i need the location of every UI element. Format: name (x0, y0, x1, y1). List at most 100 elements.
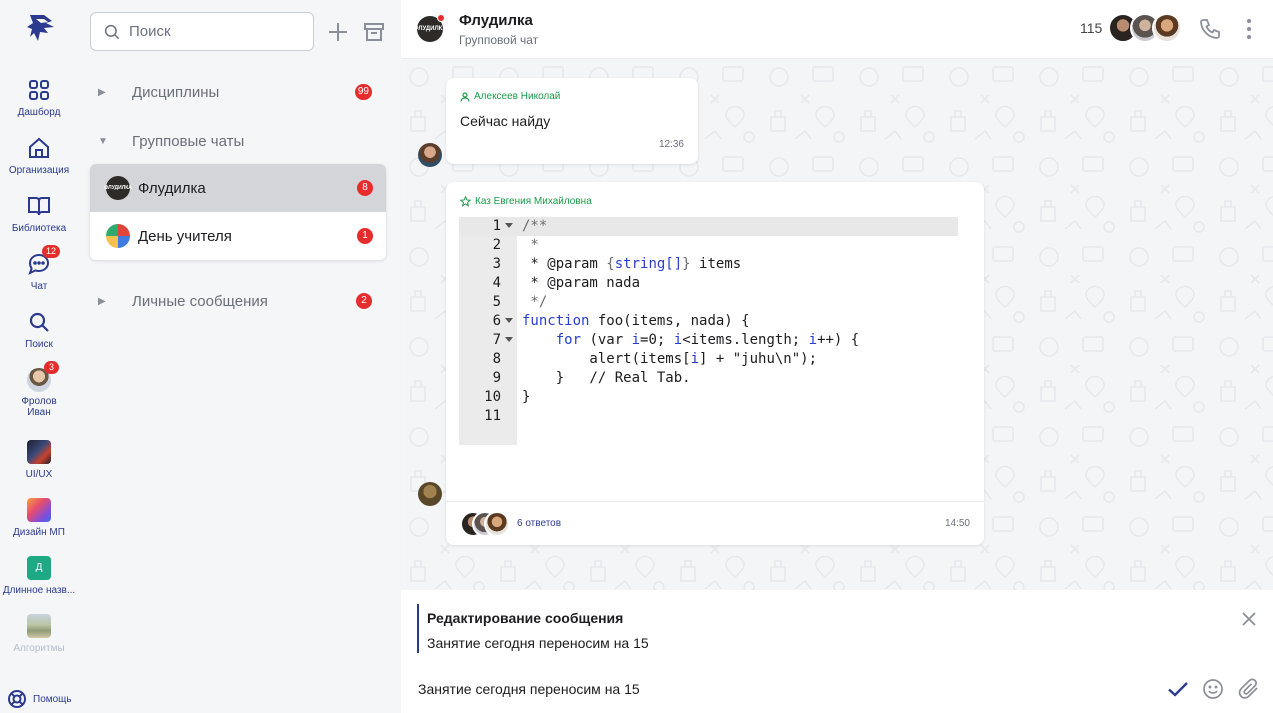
line-number: 1 (459, 217, 517, 236)
unread-badge: 2 (356, 293, 372, 309)
code-block[interactable]: 1 2 3 4 5 6 7 8 9 10 11 /** * * @param {… (459, 217, 958, 445)
chat-title[interactable]: Флудилка (459, 12, 533, 29)
search-box[interactable] (90, 12, 314, 51)
code-line: * @param {string[]} items (522, 256, 742, 272)
line-number: 4 (492, 275, 501, 291)
message-bubble[interactable]: Каз Евгения Михайловна 1 2 3 4 5 6 7 8 9… (446, 182, 984, 545)
unread-badge: 8 (357, 180, 373, 196)
line-number: 2 (492, 237, 501, 253)
code-line: * @param nada (522, 275, 641, 291)
rail-item-profile[interactable]: 3 Фролов Иван (0, 361, 78, 418)
line-number: 5 (492, 294, 501, 310)
rail-item-label: Алгоритмы (13, 643, 65, 654)
chat-avatar (106, 224, 130, 248)
unread-badge: 99 (354, 84, 372, 100)
help-label: Помощь (33, 693, 72, 705)
rail-item-label: Организация (8, 165, 70, 176)
code-line: alert(items[i] + "juhu\n"); (522, 351, 818, 367)
rail-item-workspace-long[interactable]: Д Длинное назв... (0, 556, 78, 596)
rail-item-label: Поиск (25, 339, 53, 350)
message-input[interactable] (418, 676, 1148, 702)
left-rail: Дашборд Организация Библиотека 12 Чат По… (0, 0, 78, 713)
rail-item-search[interactable]: Поиск (0, 310, 78, 350)
message-author[interactable]: Алексеев Николай (460, 91, 560, 102)
emoji-icon[interactable] (1201, 677, 1225, 701)
line-number: 8 (492, 351, 501, 367)
app-logo-icon[interactable] (24, 11, 58, 45)
lifebuoy-icon (8, 690, 26, 708)
line-number: 11 (484, 408, 501, 424)
group-label: Личные сообщения (132, 292, 268, 310)
star-icon (460, 196, 471, 207)
rail-item-label: Дизайн МП (13, 527, 65, 538)
line-number: 6 (459, 312, 517, 331)
caret-right-icon: ▶ (98, 295, 106, 307)
replies-link[interactable]: 6 ответов (517, 518, 561, 529)
group-personal-messages[interactable]: ▶ Личные сообщения 2 (90, 281, 386, 321)
group-chats-list: ФЛУДИЛКА Флудилка 8 День учителя 1 (90, 164, 386, 260)
rail-item-dashboard[interactable]: Дашборд (0, 78, 78, 118)
participant-avatar (484, 511, 510, 537)
rail-item-workspace-uiux[interactable]: UI/UX (0, 440, 78, 480)
group-group-chats[interactable]: ▼ Групповые чаты (90, 121, 386, 161)
rail-item-label: Дашборд (17, 107, 61, 118)
code-line: } (522, 389, 531, 405)
search-input[interactable] (129, 23, 299, 40)
chat-list-panel: ▶ Дисциплины 99 ▼ Групповые чаты ФЛУДИЛК… (78, 0, 401, 713)
message-author[interactable]: Каз Евгения Михайловна (460, 196, 592, 207)
thread-bar[interactable]: 6 ответов 14:50 (446, 501, 984, 547)
code-line: */ (522, 294, 548, 310)
status-dot (437, 14, 445, 22)
phone-icon[interactable] (1198, 17, 1222, 41)
check-icon[interactable] (1166, 677, 1190, 701)
member-count[interactable]: 115 (1080, 20, 1102, 36)
message-time: 12:36 (658, 139, 684, 150)
attach-icon[interactable] (1237, 677, 1261, 701)
code-line: function foo(items, nada) { (522, 313, 750, 329)
rail-item-library[interactable]: Библиотека (0, 194, 78, 234)
caret-right-icon: ▶ (98, 86, 106, 98)
add-icon[interactable] (326, 20, 350, 44)
fold-arrow-icon[interactable] (505, 337, 513, 342)
fold-arrow-icon[interactable] (505, 318, 513, 323)
message-bubble[interactable]: Алексеев Николай Сейчас найду 12:36 (446, 78, 698, 164)
member-avatar (1152, 13, 1182, 43)
message-time: 14:50 (944, 518, 970, 529)
chat-avatar: ФЛУДИЛКА (104, 176, 132, 200)
workspace-avatar (27, 614, 51, 638)
workspace-avatar (27, 498, 51, 522)
chat-item-teachers-day[interactable]: День учителя 1 (90, 212, 386, 260)
caret-down-icon: ▼ (98, 135, 108, 147)
line-number: 3 (492, 256, 501, 272)
author-name: Каз Евгения Михайловна (475, 196, 592, 207)
rail-item-label: Длинное назв... (2, 585, 76, 596)
fold-arrow-icon[interactable] (505, 223, 513, 228)
group-disciplines[interactable]: ▶ Дисциплины 99 (90, 72, 386, 112)
rail-item-organization[interactable]: Организация (0, 136, 78, 176)
more-vertical-icon[interactable] (1237, 17, 1261, 41)
code-line: /** (522, 218, 548, 234)
close-icon[interactable] (1239, 609, 1259, 629)
chat-item-fludilka[interactable]: ФЛУДИЛКА Флудилка 8 (90, 164, 386, 212)
unread-badge: 1 (357, 228, 373, 244)
search-icon (29, 312, 49, 332)
dashboard-icon (29, 80, 49, 100)
help-button[interactable]: Помощь (7, 689, 72, 709)
rail-item-workspace-algorithms[interactable]: Алгоритмы (0, 614, 78, 654)
rail-item-label: Библиотека (11, 223, 67, 234)
rail-item-chat[interactable]: 12 Чат (0, 245, 78, 292)
group-label: Дисциплины (132, 83, 220, 101)
sender-avatar[interactable] (418, 482, 442, 506)
archive-icon[interactable] (362, 20, 386, 44)
sender-avatar[interactable] (418, 143, 442, 167)
search-icon (104, 24, 120, 39)
message-list[interactable]: Алексеев Николай Сейчас найду 12:36 Каз … (401, 59, 1273, 590)
workspace-avatar (27, 440, 51, 464)
chat-name: День учителя (138, 227, 232, 245)
line-number: 10 (484, 389, 501, 405)
member-avatars[interactable] (1108, 13, 1182, 43)
editing-original-text: Занятие сегодня переносим на 15 (427, 635, 649, 651)
rail-item-label: UI/UX (25, 469, 53, 480)
code-line: } // Real Tab. (522, 370, 691, 386)
rail-item-workspace-design[interactable]: Дизайн МП (0, 498, 78, 538)
